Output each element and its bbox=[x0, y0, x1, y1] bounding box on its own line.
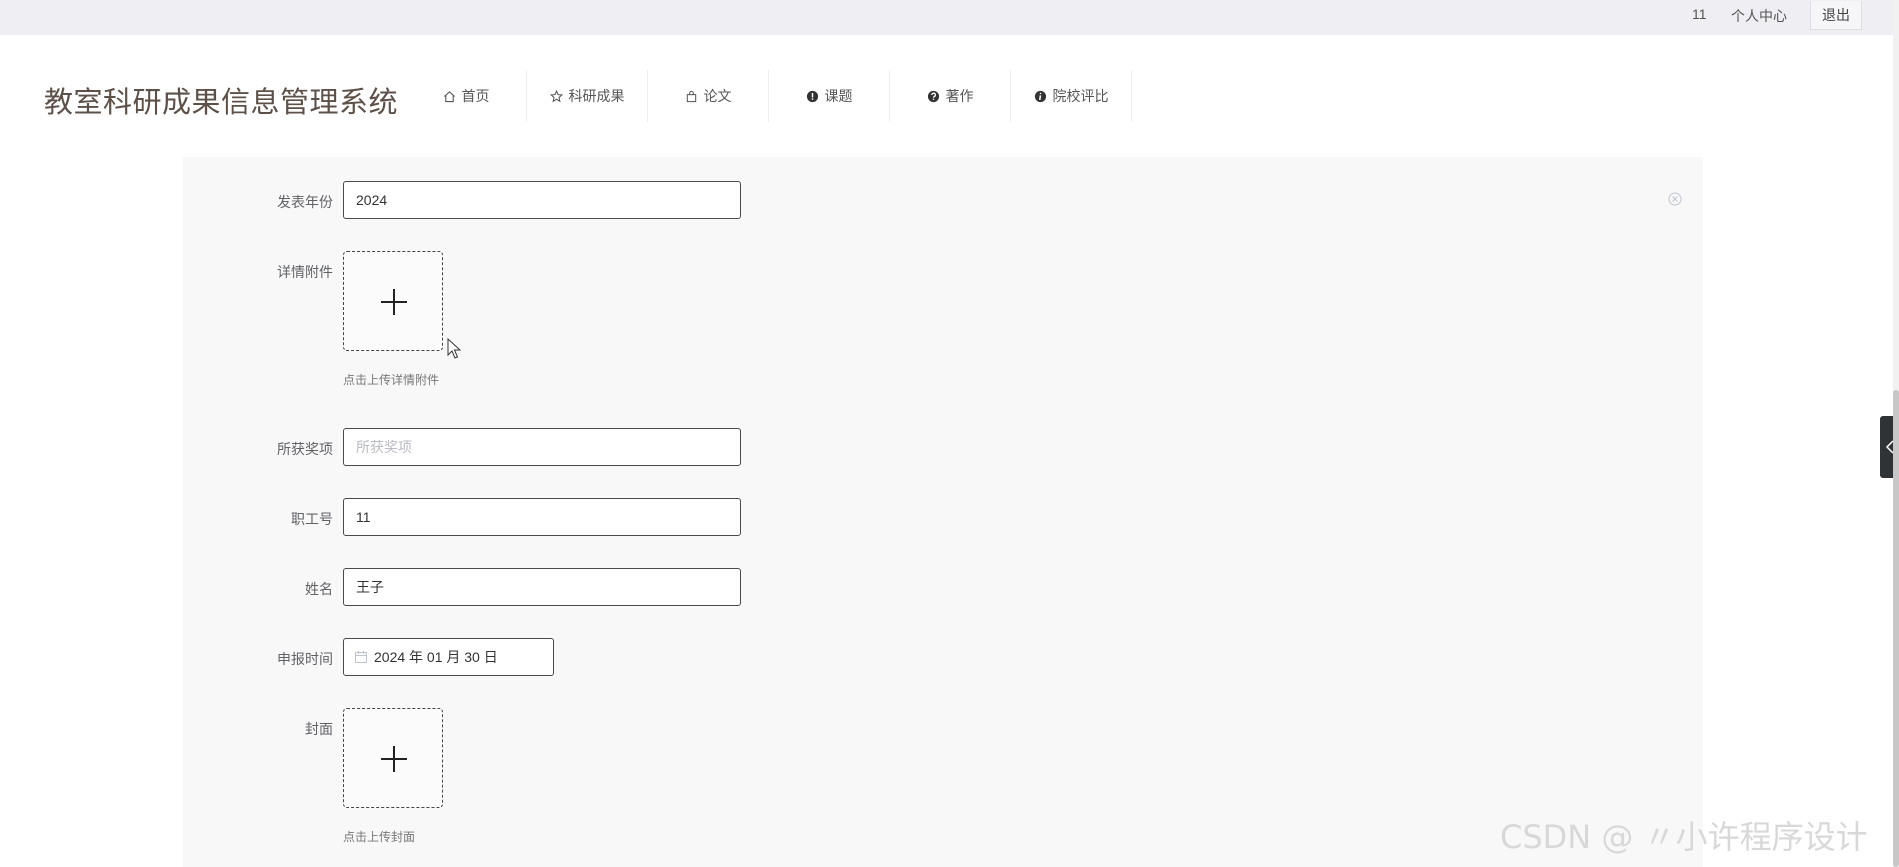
plus-icon bbox=[381, 746, 407, 772]
nav-item-ranking[interactable]: 院校评比 bbox=[1011, 70, 1132, 122]
exclamation-circle-icon bbox=[806, 89, 820, 103]
publish-year-input[interactable]: 2024 bbox=[343, 181, 741, 219]
mouse-cursor-icon bbox=[447, 338, 461, 359]
publish-year-label: 发表年份 bbox=[277, 194, 333, 210]
bag-icon bbox=[685, 89, 699, 103]
site-title: 教室科研成果信息管理系统 bbox=[44, 85, 399, 119]
calendar-icon bbox=[355, 651, 367, 663]
nav-item-books[interactable]: 著作 bbox=[890, 70, 1011, 122]
name-input[interactable]: 王子 bbox=[343, 568, 741, 606]
nav-item-home[interactable]: 首页 bbox=[406, 70, 527, 122]
apply-time-picker[interactable]: 2024 年 01 月 30 日 bbox=[343, 638, 554, 676]
nav-item-label: 课题 bbox=[824, 88, 853, 104]
page-scrollbar[interactable] bbox=[1893, 0, 1899, 867]
close-circle-icon[interactable] bbox=[1668, 192, 1682, 206]
star-icon bbox=[550, 89, 564, 103]
plus-icon bbox=[381, 289, 407, 315]
logout-button[interactable]: 退出 bbox=[1810, 1, 1862, 30]
question-circle-icon bbox=[927, 89, 941, 103]
scrollbar-thumb[interactable] bbox=[1893, 390, 1899, 867]
user-id-label: 11 bbox=[1692, 6, 1707, 22]
cover-label: 封面 bbox=[305, 721, 333, 737]
personal-center-link[interactable]: 个人中心 bbox=[1731, 6, 1787, 26]
attachment-upload-tip: 点击上传详情附件 bbox=[343, 373, 440, 387]
attachment-label: 详情附件 bbox=[277, 264, 333, 280]
award-input[interactable]: 所获奖项 bbox=[343, 428, 741, 466]
award-label: 所获奖项 bbox=[277, 441, 333, 457]
home-icon bbox=[443, 89, 457, 103]
staff-no-input[interactable]: 11 bbox=[343, 498, 741, 536]
apply-time-value: 2024 年 01 月 30 日 bbox=[374, 649, 498, 665]
name-label: 姓名 bbox=[305, 581, 333, 597]
nav-item-label: 著作 bbox=[945, 88, 974, 104]
cover-upload-tip: 点击上传封面 bbox=[343, 830, 416, 844]
nav-item-label: 科研成果 bbox=[568, 88, 625, 104]
main-nav: 首页 科研成果 论文 课题 著作 院校评比 bbox=[406, 70, 1132, 122]
nav-item-label: 论文 bbox=[703, 88, 732, 104]
cover-uploader[interactable] bbox=[343, 708, 443, 808]
apply-time-label: 申报时间 bbox=[277, 651, 333, 667]
nav-item-research[interactable]: 科研成果 bbox=[527, 70, 648, 122]
staff-no-label: 职工号 bbox=[291, 511, 333, 527]
header: 教室科研成果信息管理系统 首页 科研成果 论文 课题 著作 院校评比 bbox=[0, 35, 1899, 157]
nav-item-label: 首页 bbox=[461, 88, 490, 104]
nav-item-topics[interactable]: 课题 bbox=[769, 70, 890, 122]
watermark-text: CSDN @ 〃小许程序设计 bbox=[1500, 818, 1868, 856]
nav-item-papers[interactable]: 论文 bbox=[648, 70, 769, 122]
info-circle-icon bbox=[1034, 89, 1048, 103]
attachment-uploader[interactable] bbox=[343, 251, 443, 351]
top-bar: 11 个人中心 退出 bbox=[0, 0, 1899, 36]
nav-item-label: 院校评比 bbox=[1052, 88, 1109, 104]
